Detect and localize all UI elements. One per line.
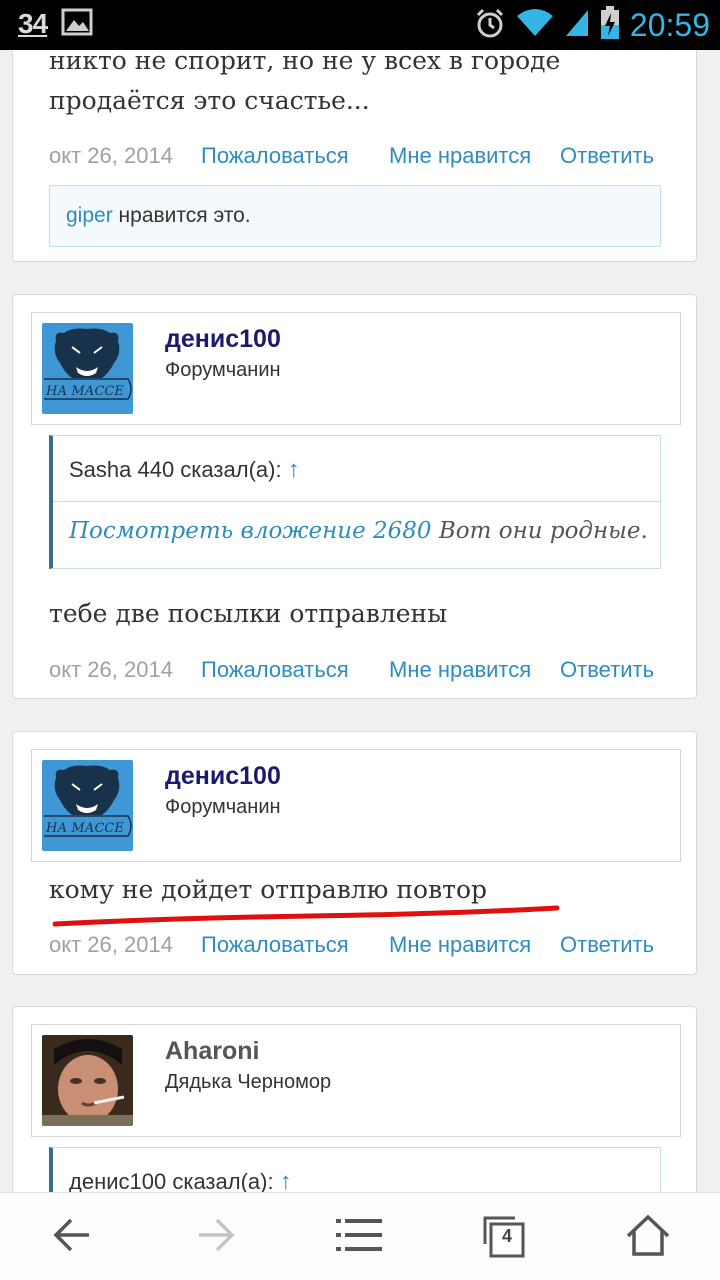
- red-underline-annotation: [52, 905, 560, 927]
- reply-link[interactable]: Ответить: [560, 657, 654, 683]
- like-link[interactable]: Мне нравится: [389, 932, 560, 958]
- post-message: тебе две посылки отправлены: [49, 599, 448, 628]
- like-link[interactable]: Мне нравится: [389, 143, 560, 169]
- wifi-icon: [516, 8, 554, 42]
- post-1: никто не спорит, но не у всех в городе п…: [12, 50, 697, 262]
- avatar-text: НА МАССЕ: [45, 384, 124, 399]
- home-button[interactable]: [576, 1193, 720, 1280]
- back-button[interactable]: [0, 1193, 144, 1280]
- forward-button[interactable]: [144, 1193, 288, 1280]
- post-meta: окт 26, 2014 Пожаловаться Мне нравится Отве…: [49, 143, 654, 169]
- report-link[interactable]: Пожаловаться: [201, 657, 389, 683]
- post-date: окт 26, 2014: [49, 657, 173, 682]
- author-card: Aharoni Дядька Черномор: [31, 1024, 681, 1137]
- author-title: Форумчанин: [165, 796, 281, 818]
- avatar[interactable]: НА МАССЕ: [42, 323, 133, 414]
- menu-icon: [336, 1215, 384, 1259]
- quote-author: денис100 сказал(а):: [69, 1169, 280, 1192]
- signal-icon: [564, 8, 590, 42]
- back-arrow-icon: [52, 1215, 92, 1259]
- post-date: окт 26, 2014: [49, 932, 173, 957]
- post-2: НА МАССЕ денис100 Форумчанин Sasha 440 с…: [12, 294, 697, 699]
- likes-summary: giper нравится это.: [49, 185, 661, 247]
- avatar-text: НА МАССЕ: [45, 821, 124, 836]
- attachment-link[interactable]: Посмотреть вложение 2680: [69, 518, 432, 544]
- author-name[interactable]: денис100: [165, 325, 281, 354]
- quote-block: денис100 сказал(а): ↑: [49, 1147, 661, 1192]
- post-meta: окт 26, 2014 Пожаловаться Мне нравится Отве…: [49, 657, 654, 683]
- post-date: окт 26, 2014: [49, 143, 173, 168]
- quote-header: денис100 сказал(а): ↑: [53, 1148, 660, 1192]
- report-link[interactable]: Пожаловаться: [201, 932, 389, 958]
- browser-toolbar: 4: [0, 1192, 720, 1280]
- post-message: никто не спорит, но не у всех в городе п…: [49, 50, 561, 115]
- post-meta: окт 26, 2014 Пожаловаться Мне нравится Отве…: [49, 932, 654, 958]
- alarm-icon: [474, 7, 506, 43]
- battery-charging-icon: [600, 6, 620, 44]
- avatar[interactable]: НА МАССЕ: [42, 760, 133, 851]
- author-name[interactable]: денис100: [165, 762, 281, 791]
- status-bar: 34 20:59: [0, 0, 720, 50]
- quote-block: Sasha 440 сказал(а): ↑ Посмотреть вложен…: [49, 435, 661, 569]
- home-icon: [625, 1214, 671, 1260]
- author-card: НА МАССЕ денис100 Форумчанин: [31, 749, 681, 862]
- post-4: Aharoni Дядька Черномор денис100 сказал(…: [12, 1006, 697, 1192]
- likes-text: нравится это.: [112, 204, 251, 227]
- menu-button[interactable]: [288, 1193, 432, 1280]
- forum-thread[interactable]: никто не спорит, но не у всех в городе п…: [0, 50, 720, 1192]
- quote-header: Sasha 440 сказал(а): ↑: [53, 436, 660, 502]
- quote-body: Посмотреть вложение 2680 Вот они родные.: [53, 502, 660, 568]
- post-3: НА МАССЕ денис100 Форумчанин кому не дой…: [12, 731, 697, 975]
- author-card: НА МАССЕ денис100 Форумчанин: [31, 312, 681, 425]
- notification-count: 34: [18, 8, 48, 39]
- reply-link[interactable]: Ответить: [560, 932, 654, 958]
- forward-arrow-icon: [196, 1215, 236, 1259]
- quote-text: Вот они родные.: [431, 518, 648, 544]
- author-title: Дядька Черномор: [165, 1071, 332, 1093]
- author-name[interactable]: Aharoni: [165, 1037, 259, 1066]
- like-link[interactable]: Мне нравится: [389, 657, 560, 683]
- status-time: 20:59: [629, 6, 710, 43]
- tabs-icon: 4: [481, 1214, 527, 1260]
- tab-count: 4: [501, 1226, 512, 1246]
- author-title: Форумчанин: [165, 359, 281, 381]
- quote-jump-icon[interactable]: ↑: [288, 456, 300, 483]
- quote-author: Sasha 440 сказал(а):: [69, 457, 288, 482]
- reply-link[interactable]: Ответить: [560, 143, 654, 169]
- image-icon: [61, 8, 93, 40]
- avatar[interactable]: [42, 1035, 133, 1126]
- report-link[interactable]: Пожаловаться: [201, 143, 389, 169]
- quote-jump-icon[interactable]: ↑: [280, 1168, 292, 1192]
- tabs-button[interactable]: 4: [432, 1193, 576, 1280]
- liker-username[interactable]: giper: [66, 204, 113, 227]
